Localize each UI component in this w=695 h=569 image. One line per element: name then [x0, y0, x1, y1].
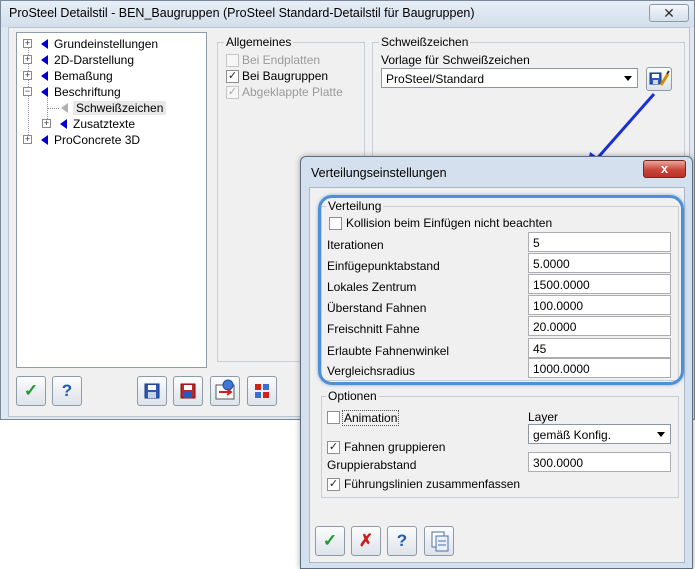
main-close-button[interactable]: ✕	[649, 4, 689, 22]
layer-value: gemäß Konfig.	[533, 428, 612, 442]
floppy-red-icon	[180, 383, 196, 399]
animation-label: Animation	[342, 410, 400, 426]
expand-icon[interactable]: +	[23, 39, 32, 48]
settings-transfer-icon	[215, 379, 235, 400]
tree-item-label: Bemaßung	[54, 69, 113, 83]
triangle-icon	[41, 39, 48, 49]
vorlage-dropdown[interactable]: ProSteel/Standard	[381, 68, 638, 88]
abgeklappte-platte-checkbox[interactable]: ✓	[226, 86, 239, 99]
fahnen-gruppieren-checkbox[interactable]: ✓	[327, 441, 340, 454]
fahnen-gruppieren-label: Fahnen gruppieren	[344, 440, 446, 454]
expand-icon[interactable]: +	[23, 135, 32, 144]
animation-checkbox[interactable]	[327, 411, 340, 424]
triangle-icon	[41, 135, 48, 145]
expand-icon[interactable]: +	[23, 55, 32, 64]
chevron-down-icon	[624, 76, 632, 81]
document-copy-icon	[431, 531, 449, 552]
dialog-help-button[interactable]: ?	[387, 526, 417, 556]
bei-baugruppen-label: Bei Baugruppen	[242, 69, 329, 83]
floppy-icon	[144, 383, 160, 399]
gruppierabstand-label: Gruppierabstand	[327, 458, 417, 472]
layer-label: Layer	[528, 410, 559, 424]
fuehrungslinien-label: Führungslinien zusammenfassen	[344, 477, 521, 491]
expand-icon[interactable]: +	[42, 119, 51, 128]
ok-button[interactable]: ✓	[16, 376, 46, 406]
gruppierabstand-value: 300.0000	[533, 456, 584, 470]
vorlage-label: Vorlage für Schweißzeichen	[381, 53, 530, 67]
bei-endplatten-label: Bei Endplatten	[242, 53, 321, 67]
highlight-oval	[318, 195, 684, 385]
main-title-bar[interactable]: ProSteel Detailstil - BEN_Baugruppen (Pr…	[1, 1, 694, 27]
fuehrungslinien-checkbox[interactable]: ✓	[327, 478, 340, 491]
help-button[interactable]: ?	[52, 376, 82, 406]
tree-item-label: 2D-Darstellung	[54, 53, 135, 67]
tree-item-label: Beschriftung	[54, 85, 121, 99]
tree-item-label: Schweißzeichen	[73, 101, 167, 115]
chevron-down-icon	[657, 432, 665, 437]
cross-icon: ✗	[358, 531, 374, 550]
triangle-icon	[60, 119, 67, 129]
triangle-icon	[61, 103, 68, 113]
layer-dropdown[interactable]: gemäß Konfig.	[528, 424, 671, 444]
main-window-title: ProSteel Detailstil - BEN_Baugruppen (Pr…	[9, 6, 475, 20]
help-icon: ?	[396, 531, 408, 550]
triangle-icon	[41, 55, 48, 65]
dialog-close-button[interactable]: x	[643, 160, 686, 178]
expand-icon[interactable]: +	[23, 71, 32, 80]
dialog-cancel-button[interactable]: ✗	[351, 526, 381, 556]
optionen-title: Optionen	[326, 389, 379, 403]
apply-settings-button[interactable]	[210, 376, 240, 406]
bei-baugruppen-checkbox[interactable]: ✓	[226, 70, 239, 83]
schweisszeichen-title: Schweißzeichen	[379, 35, 471, 49]
tree-item-label: Grundeinstellungen	[54, 37, 159, 51]
grid-icon	[255, 384, 269, 398]
edit-template-button[interactable]	[646, 67, 672, 91]
save-edit-icon	[649, 70, 670, 86]
triangle-icon	[41, 87, 48, 97]
options-button[interactable]	[247, 376, 277, 406]
save-as-button[interactable]	[173, 376, 203, 406]
vorlage-value: ProSteel/Standard	[386, 72, 485, 86]
dialog-ok-button[interactable]: ✓	[315, 526, 345, 556]
collapse-icon[interactable]: −	[23, 87, 32, 96]
checkmark-icon: ✓	[23, 381, 39, 400]
checkmark-icon: ✓	[322, 531, 338, 550]
tree-item-label: Zusatztexte	[73, 117, 136, 131]
allgemeines-title: Allgemeines	[224, 35, 294, 49]
dialog-title: Verteilungseinstellungen	[311, 166, 447, 180]
gruppierabstand-input[interactable]: 300.0000	[528, 452, 671, 472]
triangle-icon	[41, 71, 48, 81]
help-icon: ?	[61, 381, 73, 400]
bei-endplatten-checkbox[interactable]	[226, 54, 239, 67]
tree-connector	[47, 108, 59, 109]
tree-item-label: ProConcrete 3D	[54, 133, 141, 147]
save-button[interactable]	[137, 376, 167, 406]
category-tree[interactable]: + Grundeinstellungen + 2D-Darstellung + …	[16, 32, 207, 368]
abgeklappte-platte-label: Abgeklappte Platte	[242, 85, 343, 99]
dialog-copy-button[interactable]	[424, 526, 454, 556]
